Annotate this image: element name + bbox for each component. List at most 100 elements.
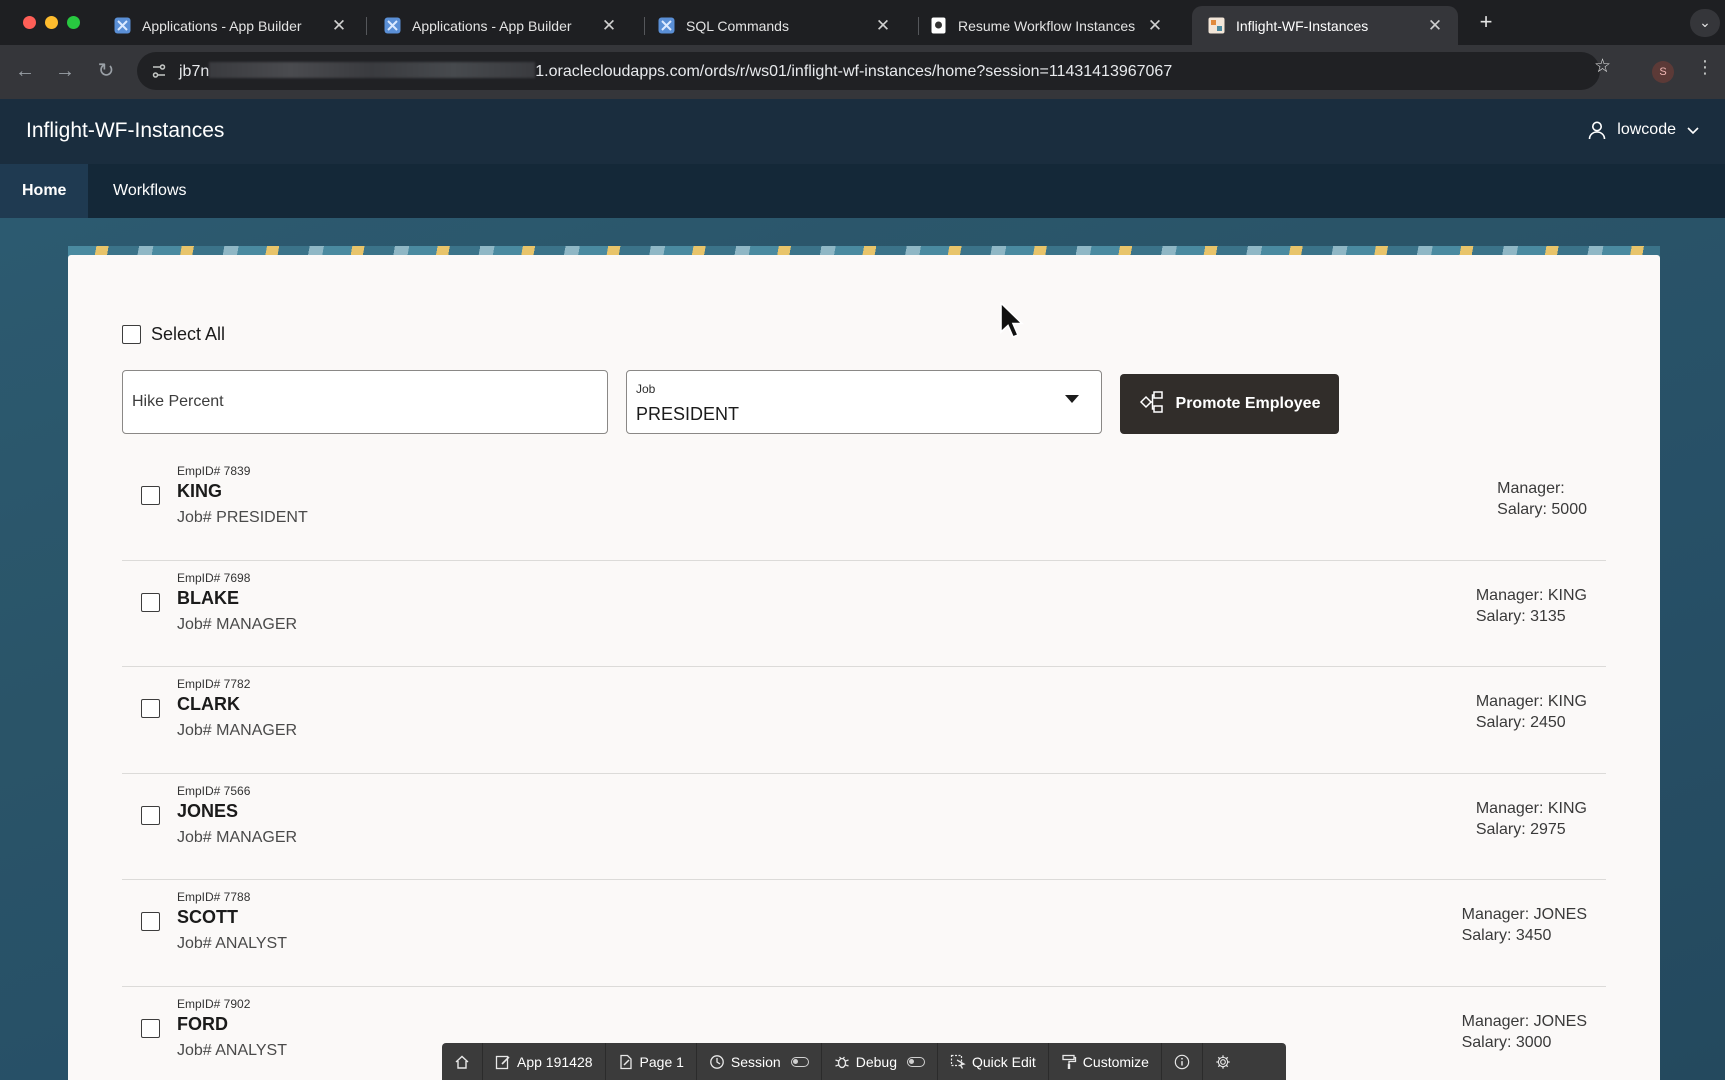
debug-toggle-icon[interactable] bbox=[906, 1056, 925, 1067]
employee-id: EmpID# 7788 bbox=[177, 890, 251, 904]
address-bar[interactable]: jb7n 1.oraclecloudapps.com/ords/r/ws01/in… bbox=[137, 52, 1600, 90]
close-tab-icon[interactable]: ✕ bbox=[1146, 16, 1164, 36]
user-icon bbox=[1587, 120, 1607, 140]
dev-app-button[interactable]: App 191428 bbox=[483, 1043, 606, 1080]
row-checkbox[interactable] bbox=[141, 805, 160, 825]
page-edit-icon bbox=[618, 1054, 634, 1070]
nav-tab-home[interactable]: Home bbox=[0, 164, 89, 218]
new-tab-icon[interactable]: + bbox=[1473, 8, 1499, 36]
app-icon bbox=[1208, 17, 1225, 34]
select-all-control[interactable]: Select All bbox=[122, 324, 225, 345]
browser-tab[interactable]: SQL Commands ✕ bbox=[642, 6, 906, 45]
browser-menu-icon[interactable]: ⋮ bbox=[1696, 58, 1714, 76]
dev-home-button[interactable] bbox=[442, 1043, 483, 1080]
row-checkbox[interactable] bbox=[141, 699, 160, 718]
document-icon bbox=[930, 17, 947, 34]
back-icon[interactable]: ← bbox=[13, 59, 37, 83]
employee-job: Job# ANALYST bbox=[177, 935, 287, 952]
apex-builder-icon bbox=[114, 17, 131, 34]
forward-icon[interactable]: → bbox=[53, 59, 77, 83]
session-toggle-icon[interactable] bbox=[790, 1056, 809, 1067]
employee-job: Job# MANAGER bbox=[177, 722, 298, 739]
close-window-button[interactable] bbox=[23, 16, 36, 29]
home-icon bbox=[454, 1054, 470, 1070]
row-checkbox[interactable] bbox=[141, 486, 160, 505]
hike-percent-input[interactable]: Hike Percent bbox=[122, 370, 608, 434]
row-checkbox[interactable] bbox=[141, 1018, 160, 1038]
user-menu[interactable]: lowcode bbox=[1587, 120, 1700, 140]
list-item[interactable]: EmpID# 7566 JONES Job# MANAGER Manager: … bbox=[122, 774, 1606, 880]
employee-manager: Manager: KING bbox=[1475, 586, 1587, 604]
app-header: Inflight-WF-Instances lowcode bbox=[0, 99, 1725, 164]
reload-icon[interactable]: ↻ bbox=[94, 59, 118, 83]
close-tab-icon[interactable]: ✕ bbox=[600, 16, 618, 36]
row-checkbox[interactable] bbox=[141, 912, 160, 931]
chevron-down-icon bbox=[1686, 123, 1700, 137]
dropdown-caret-icon bbox=[1065, 395, 1079, 403]
quick-edit-icon bbox=[950, 1054, 966, 1070]
maximize-window-button[interactable] bbox=[67, 16, 80, 29]
select-all-checkbox[interactable] bbox=[122, 325, 141, 344]
close-tab-icon[interactable]: ✕ bbox=[330, 16, 348, 36]
apex-builder-icon bbox=[384, 17, 401, 34]
dev-customize-button[interactable]: Customize bbox=[1049, 1043, 1162, 1080]
profile-avatar[interactable]: S bbox=[1652, 61, 1674, 83]
browser-tab[interactable]: Applications - App Builder ✕ bbox=[368, 6, 632, 45]
employee-salary: Salary: 3450 bbox=[1461, 927, 1552, 944]
browser-tab-active[interactable]: Inflight-WF-Instances ✕ bbox=[1192, 6, 1458, 45]
employee-list: EmpID# 7839 KING Job# PRESIDENT Manager:… bbox=[122, 454, 1606, 1080]
employee-meta: Manager: KING Salary: 2975 bbox=[1476, 798, 1587, 840]
minimize-window-button[interactable] bbox=[45, 16, 58, 29]
browser-tab[interactable]: Applications - App Builder ✕ bbox=[98, 6, 362, 45]
session-icon bbox=[709, 1054, 725, 1070]
employee-job: Job# ANALYST bbox=[177, 1041, 287, 1059]
nav-tab-workflows[interactable]: Workflows bbox=[91, 164, 209, 218]
dev-quick-edit-button[interactable]: Quick Edit bbox=[938, 1043, 1049, 1080]
list-item[interactable]: EmpID# 7839 KING Job# PRESIDENT Manager:… bbox=[122, 454, 1606, 561]
dev-session-button[interactable]: Session bbox=[697, 1043, 822, 1080]
employee-job: Job# MANAGER bbox=[177, 615, 298, 633]
employee-name: KING bbox=[177, 481, 222, 501]
app-title[interactable]: Inflight-WF-Instances bbox=[26, 119, 224, 143]
job-select[interactable]: Job PRESIDENT bbox=[626, 370, 1102, 434]
employee-name: BLAKE bbox=[177, 587, 239, 608]
employee-job: Job# PRESIDENT bbox=[177, 509, 308, 526]
gear-icon bbox=[1215, 1054, 1231, 1070]
list-item[interactable]: EmpID# 7788 SCOTT Job# ANALYST Manager: … bbox=[122, 880, 1606, 987]
browser-tab[interactable]: Resume Workflow Instances ✕ bbox=[914, 6, 1178, 45]
tab-search-icon[interactable]: ⌄ bbox=[1690, 9, 1720, 37]
promote-employee-label: Promote Employee bbox=[1175, 395, 1321, 412]
url-text: jb7n 1.oraclecloudapps.com/ords/r/ws01/in… bbox=[179, 62, 1173, 80]
employee-manager: Manager: JONES bbox=[1461, 906, 1587, 923]
close-tab-icon[interactable]: ✕ bbox=[1426, 16, 1444, 36]
browser-tab-strip: Applications - App Builder ✕ Application… bbox=[0, 0, 1725, 45]
site-settings-icon[interactable] bbox=[149, 61, 169, 81]
employee-manager: Manager: JONES bbox=[1461, 1012, 1587, 1030]
list-item[interactable]: EmpID# 7698 BLAKE Job# MANAGER Manager: … bbox=[122, 561, 1606, 667]
close-tab-icon[interactable]: ✕ bbox=[874, 16, 892, 36]
select-all-label: Select All bbox=[151, 324, 226, 344]
bookmark-star-icon[interactable]: ☆ bbox=[1594, 55, 1611, 78]
employee-meta: Manager: JONES Salary: 3450 bbox=[1462, 904, 1587, 946]
employee-manager: Manager: KING bbox=[1475, 799, 1587, 817]
promote-employee-button[interactable]: Promote Employee bbox=[1120, 374, 1339, 434]
dev-app-label: App 191428 bbox=[517, 1053, 593, 1070]
employee-name: SCOTT bbox=[177, 907, 238, 927]
dev-page-button[interactable]: Page 1 bbox=[606, 1043, 697, 1080]
employee-id: EmpID# 7566 bbox=[177, 783, 251, 798]
dev-settings-button[interactable] bbox=[1203, 1043, 1243, 1080]
list-item[interactable]: EmpID# 7782 CLARK Job# MANAGER Manager: … bbox=[122, 667, 1606, 774]
row-checkbox[interactable] bbox=[141, 592, 160, 612]
employee-name: FORD bbox=[177, 1013, 228, 1034]
dev-debug-label: Debug bbox=[855, 1053, 897, 1070]
info-icon bbox=[1174, 1054, 1190, 1070]
employee-id: EmpID# 7902 bbox=[177, 996, 251, 1011]
dev-info-button[interactable] bbox=[1162, 1043, 1203, 1080]
employee-name: JONES bbox=[177, 800, 239, 821]
tab-title: Applications - App Builder bbox=[142, 17, 302, 34]
dev-debug-button[interactable]: Debug bbox=[822, 1043, 938, 1080]
employee-manager: Manager: KING bbox=[1475, 693, 1587, 710]
browser-toolbar: ← → ↻ jb7n 1.oraclecloudapps.com/ords/r/w… bbox=[0, 45, 1725, 99]
employee-meta: Manager: KING Salary: 2450 bbox=[1476, 691, 1587, 733]
employee-meta: Manager: KING Salary: 3135 bbox=[1476, 585, 1587, 627]
